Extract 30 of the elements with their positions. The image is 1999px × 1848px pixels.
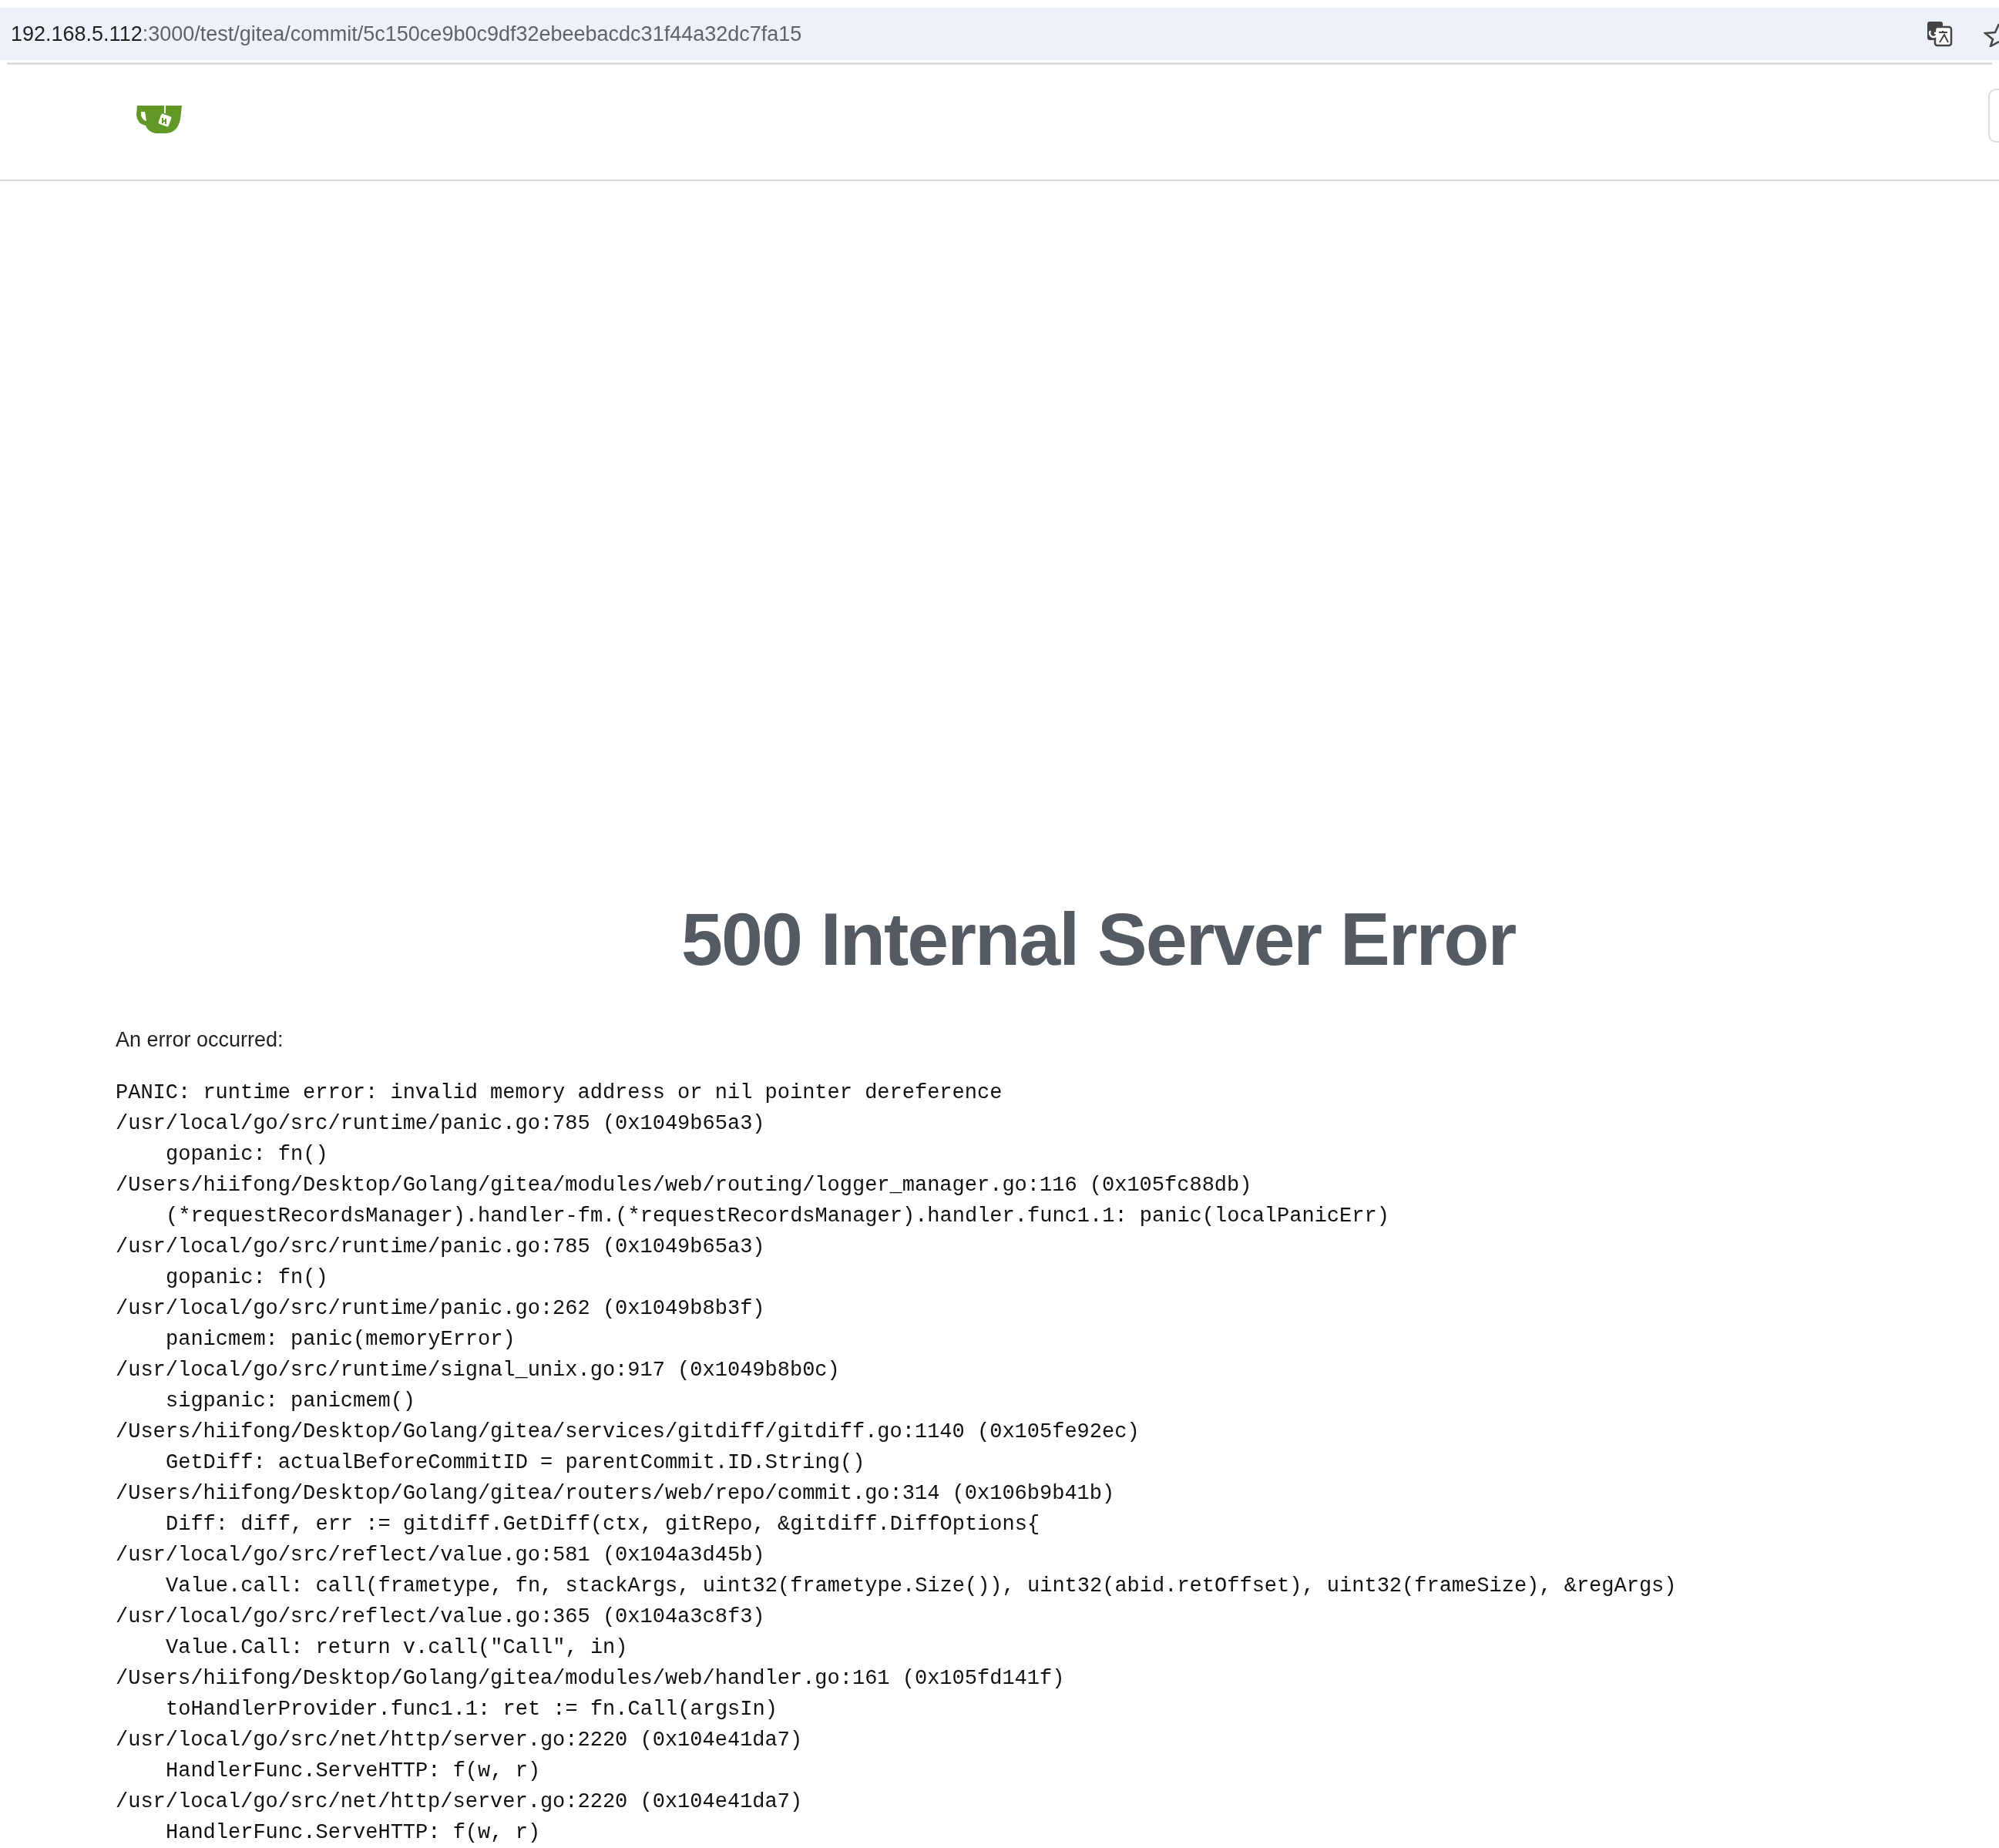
stack-trace-line: Value.Call: return v.call("Call", in) <box>165 1635 629 1662</box>
stack-trace-line: HandlerFunc.ServeHTTP: f(w, r) <box>165 1759 542 1785</box>
stack-trace-line: /Users/hiifong/Desktop/Golang/gitea/services/gitdiff/gitdiff.go:1140 (0x105fe92ec) <box>116 1420 1141 1446</box>
stack-trace-line: /Users/hiifong/Desktop/Golang/gitea/modules/web/routing/logger_manager.go:116 (0x105fc88db) <box>116 1173 1253 1199</box>
stack-trace-line: Value.call: call(frametype, fn, stackArgs, uint32(frametype.Size()), uint32(abid.retOffset), uint32(frameSize), &regArgs) <box>165 1574 1678 1600</box>
stack-trace-line: /usr/local/go/src/reflect/value.go:581 (0x104a3d45b) <box>116 1543 766 1569</box>
stack-trace-line: /Users/hiifong/Desktop/Golang/gitea/modules/web/handler.go:161 (0x105fd141f) <box>116 1666 1066 1692</box>
stack-trace-line: Diff: diff, err := gitdiff.GetDiff(ctx, gitRepo, &gitdiff.DiffOptions{ <box>165 1512 1041 1538</box>
stack-trace-line: /usr/local/go/src/reflect/value.go:365 (0x104a3c8f3) <box>116 1604 766 1631</box>
stack-trace-line: /Users/hiifong/Desktop/Golang/gitea/routers/web/repo/commit.go:314 (0x106b9b41b) <box>116 1481 1116 1507</box>
stack-trace-line: /usr/local/go/src/runtime/panic.go:785 (0x1049b65a3) <box>116 1235 766 1261</box>
stack-trace-line: gopanic: fn() <box>165 1265 329 1292</box>
error-heading: 500 Internal Server Error <box>680 896 1517 983</box>
translate-icon[interactable] <box>1927 21 1953 47</box>
stack-trace-line: /usr/local/go/src/net/http/server.go:2220 (0x104e41da7) <box>116 1789 804 1816</box>
stack-trace-line: /usr/local/go/src/runtime/signal_unix.go:917 (0x1049b8b0c) <box>116 1358 841 1384</box>
stack-trace-line: PANIC: runtime error: invalid memory address or nil pointer dereference <box>116 1080 1003 1107</box>
stack-trace-line: /usr/local/go/src/runtime/panic.go:785 (0x1049b65a3) <box>116 1111 766 1137</box>
url-text: 192.168.5.112:3000/test/gitea/commit/5c150ce9b0c9df32ebeebacdc31f44a32dc7fa15 <box>11 22 803 46</box>
stack-trace-line: /usr/local/go/src/runtime/panic.go:262 (0x1049b8b3f) <box>116 1296 766 1322</box>
stack-trace-line: panicmem: panic(memoryError) <box>165 1327 516 1353</box>
stack-trace-line: sigpanic: panicmem() <box>165 1389 417 1415</box>
stack-trace-line: GetDiff: actualBeforeCommitID = parentCommit.ID.String() <box>165 1450 866 1477</box>
address-bar[interactable]: 192.168.5.112:3000/test/gitea/commit/5c150ce9b0c9df32ebeebacdc31f44a32dc7fa15 <box>0 8 1999 62</box>
stack-trace-line: /usr/local/go/src/net/http/server.go:2220 (0x104e41da7) <box>116 1728 804 1754</box>
stack-trace-line: (*requestRecordsManager).handler-fm.(*requestRecordsManager).handler.func1.1: panic(localPanicErr) <box>165 1204 1390 1230</box>
stack-trace-line: HandlerFunc.ServeHTTP: f(w, r) <box>165 1820 542 1846</box>
intro-text: An error occurred: <box>115 1028 284 1053</box>
stack-trace-line: gopanic: fn() <box>165 1142 329 1168</box>
stack-trace-line: toHandlerProvider.func1.1: ret := fn.Call(argsIn) <box>165 1697 778 1723</box>
